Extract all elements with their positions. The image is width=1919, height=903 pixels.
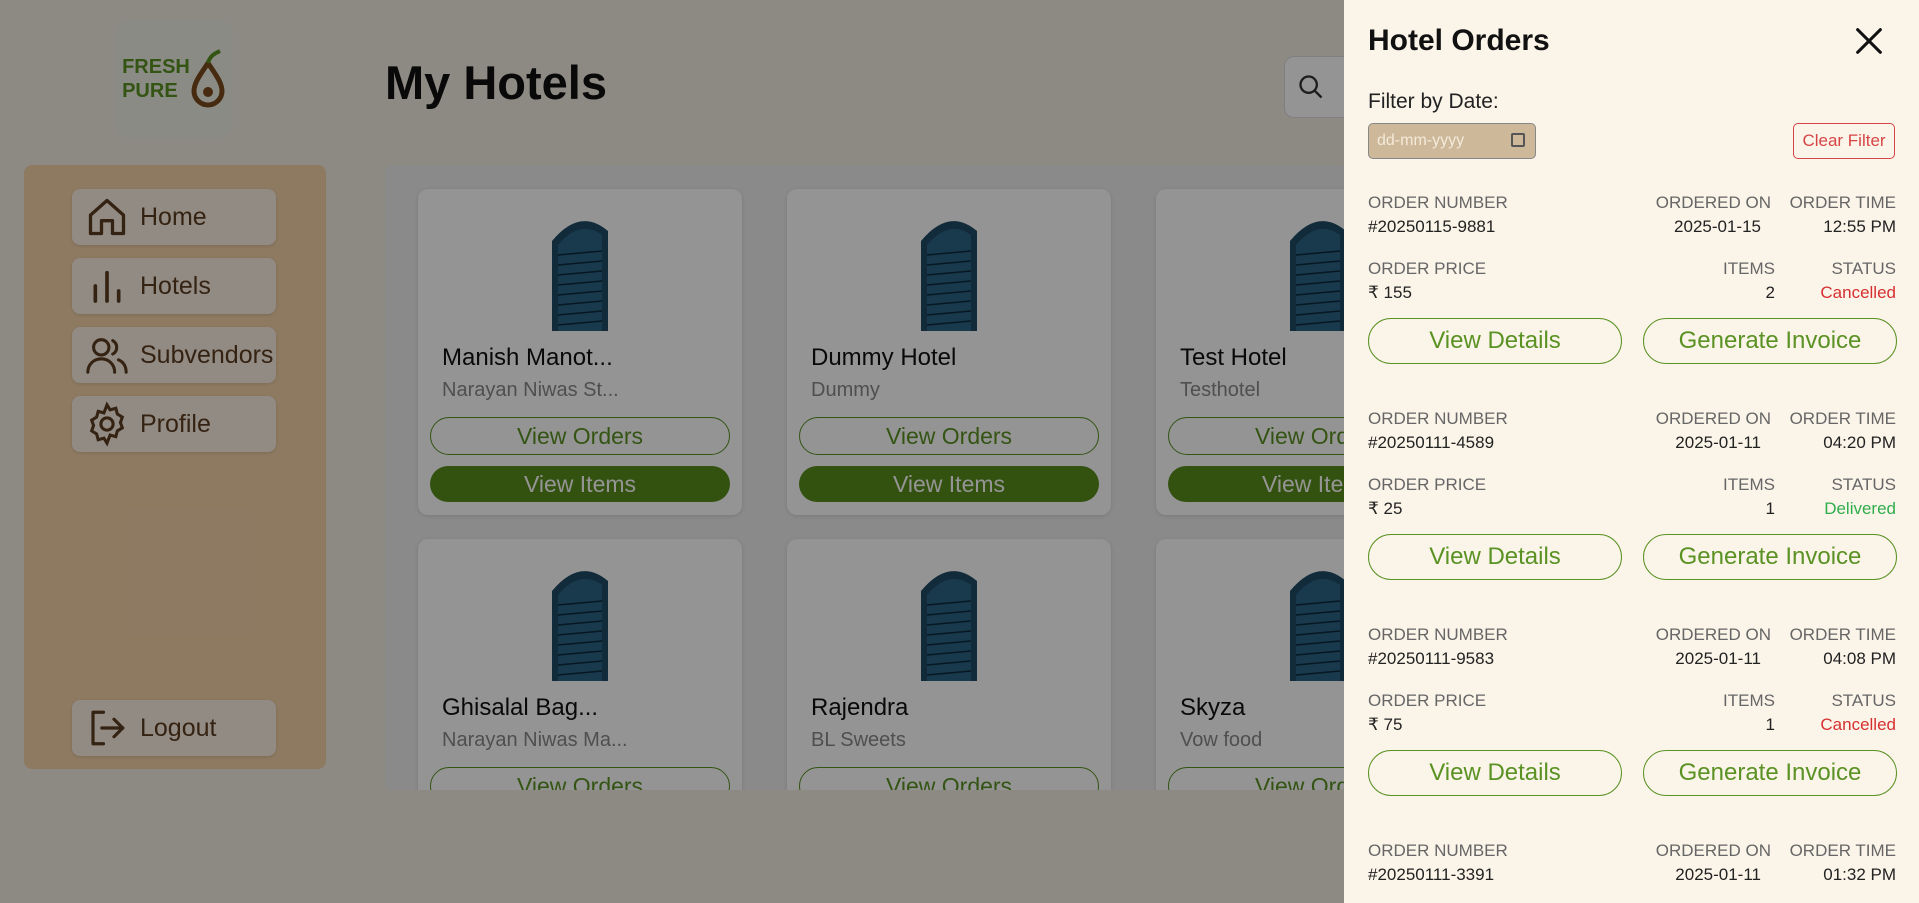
order-date: 2025-01-11: [1675, 865, 1761, 884]
order-price: ₹ 25: [1368, 499, 1403, 518]
ordered-on-label: ORDERED ON: [1655, 193, 1771, 212]
order-time-label: ORDER TIME: [1789, 409, 1896, 428]
view-details-button[interactable]: View Details: [1368, 750, 1622, 796]
order-date: 2025-01-11: [1675, 433, 1761, 452]
items-label: ITEMS: [1723, 475, 1775, 494]
items-label: ITEMS: [1723, 691, 1775, 710]
ordered-on-label: ORDERED ON: [1655, 841, 1771, 860]
date-placeholder: dd-mm-yyyy: [1377, 132, 1465, 149]
order-time-label: ORDER TIME: [1789, 193, 1896, 212]
generate-invoice-button[interactable]: Generate Invoice: [1643, 318, 1897, 364]
order-price-label: ORDER PRICE: [1368, 691, 1487, 710]
order-status: Cancelled: [1820, 715, 1896, 734]
date-filter-input[interactable]: dd-mm-yyyy: [1368, 123, 1536, 159]
items-label: ITEMS: [1723, 259, 1775, 278]
clear-filter-button[interactable]: Clear Filter: [1793, 123, 1895, 159]
order-time: 04:20 PM: [1823, 433, 1896, 452]
order-time: 01:32 PM: [1823, 865, 1896, 884]
order-number: #20250111-9583: [1368, 649, 1495, 668]
order-price-label: ORDER PRICE: [1368, 475, 1487, 494]
order-date: 2025-01-11: [1675, 649, 1761, 668]
order-number-label: ORDER NUMBER: [1368, 625, 1508, 644]
panel-title: Hotel Orders: [1368, 24, 1550, 57]
status-label: STATUS: [1831, 259, 1896, 278]
order-number: #20250115-9881: [1368, 217, 1496, 236]
order-number-label: ORDER NUMBER: [1368, 193, 1508, 212]
order-price: ₹ 155: [1368, 283, 1412, 302]
status-label: STATUS: [1831, 691, 1896, 710]
order-number-label: ORDER NUMBER: [1368, 409, 1508, 428]
generate-invoice-button[interactable]: Generate Invoice: [1643, 534, 1897, 580]
order-number: #20250111-3391: [1368, 865, 1495, 884]
order-price: ₹ 75: [1368, 715, 1403, 734]
order-price-label: ORDER PRICE: [1368, 259, 1487, 278]
view-details-button[interactable]: View Details: [1368, 534, 1622, 580]
order-time-label: ORDER TIME: [1789, 841, 1896, 860]
ordered-on-label: ORDERED ON: [1655, 409, 1771, 428]
filter-label: Filter by Date:: [1368, 90, 1499, 113]
ordered-on-label: ORDERED ON: [1655, 625, 1771, 644]
close-icon[interactable]: [1852, 24, 1886, 58]
status-label: STATUS: [1831, 475, 1896, 494]
order-time: 12:55 PM: [1823, 217, 1896, 236]
order-status: Cancelled: [1820, 283, 1896, 302]
calendar-icon[interactable]: [1511, 133, 1525, 147]
generate-invoice-button[interactable]: Generate Invoice: [1643, 750, 1897, 796]
order-status: Delivered: [1824, 499, 1896, 518]
order-time: 04:08 PM: [1823, 649, 1896, 668]
order-number: #20250111-4589: [1368, 433, 1495, 452]
order-items-count: 1: [1765, 715, 1775, 734]
order-time-label: ORDER TIME: [1789, 625, 1896, 644]
order-number-label: ORDER NUMBER: [1368, 841, 1508, 860]
order-items-count: 2: [1765, 283, 1775, 302]
order-date: 2025-01-15: [1674, 217, 1761, 236]
hotel-orders-panel: Hotel Orders Filter by Date: dd-mm-yyyy …: [1344, 0, 1919, 903]
view-details-button[interactable]: View Details: [1368, 318, 1622, 364]
order-items-count: 1: [1765, 499, 1775, 518]
